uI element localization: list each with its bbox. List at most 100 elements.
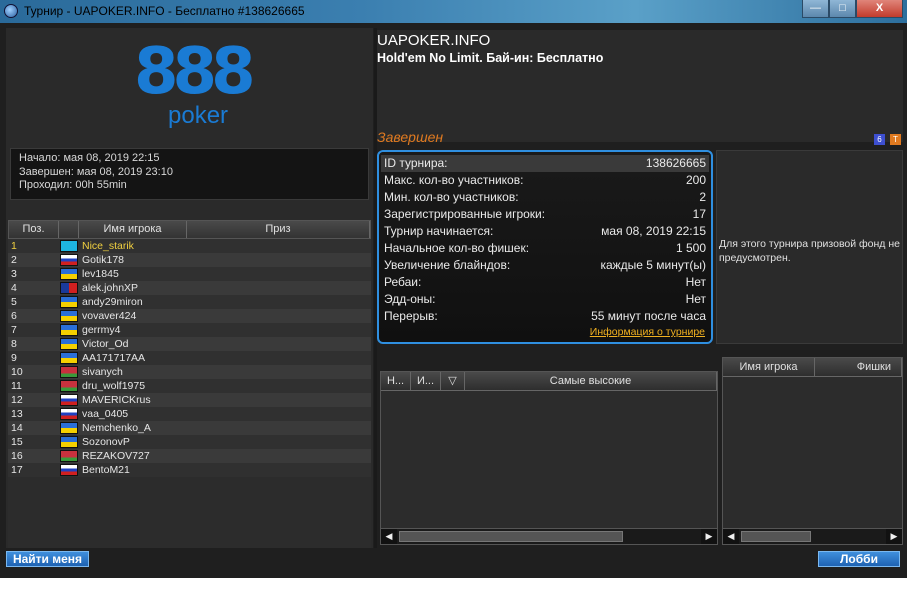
end-time: Завершен: мая 08, 2019 23:10 <box>19 165 173 178</box>
player-position: 6 <box>11 310 17 322</box>
hands-scrollbar[interactable]: ◀ ▶ <box>381 528 717 544</box>
player-name: REZAKOV727 <box>82 450 150 462</box>
table-row[interactable]: 17 BentoM21 <box>8 463 371 477</box>
table-row[interactable]: 3 lev1845 <box>8 267 371 281</box>
flag-ru-icon <box>60 408 78 420</box>
maximize-button[interactable]: □ <box>829 0 856 18</box>
table-row[interactable]: 6 vovaver424 <box>8 309 371 323</box>
table-row[interactable]: 9 AA171717AA <box>8 351 371 365</box>
table-row[interactable]: 7 gerrmy4 <box>8 323 371 337</box>
close-button[interactable]: X <box>856 0 903 18</box>
table-row[interactable]: 1 Nice_starik <box>8 239 371 253</box>
lobby-button[interactable]: Лобби <box>818 551 900 567</box>
badge-t-icon[interactable]: T <box>890 134 901 145</box>
tournament-info-link[interactable]: Информация о турнире <box>590 326 705 338</box>
flag-ru-icon <box>60 254 78 266</box>
minimize-button[interactable]: — <box>802 0 829 18</box>
player-position: 2 <box>11 254 17 266</box>
player-position: 1 <box>11 240 17 252</box>
scroll-right-icon[interactable]: ▶ <box>886 529 902 544</box>
player-position: 7 <box>11 324 17 336</box>
detail-value: 17 <box>692 207 706 221</box>
col-pos[interactable]: Поз. <box>9 221 59 238</box>
window-title: Турнир - UAPOKER.INFO - Бесплатно #13862… <box>24 4 305 18</box>
scroll-thumb[interactable] <box>399 531 623 542</box>
player-name: lev1845 <box>82 268 119 280</box>
col-prize[interactable]: Приз <box>187 221 370 238</box>
col-i[interactable]: И... <box>411 372 441 390</box>
table-row[interactable]: 10 sivanych <box>8 365 371 379</box>
scroll-left-icon[interactable]: ◀ <box>723 529 739 544</box>
chips-table: Имя игрока Фишки ◀ ▶ <box>722 357 903 545</box>
flag-ua-icon <box>60 422 78 434</box>
table-row[interactable]: 12 MAVERICKrus <box>8 393 371 407</box>
flag-kz-icon <box>60 240 78 252</box>
detail-value: 55 минут после часа <box>591 309 706 323</box>
table-row[interactable]: 8 Victor_Od <box>8 337 371 351</box>
player-name: gerrmy4 <box>82 324 121 336</box>
flag-ua-icon <box>60 324 78 336</box>
find-me-button[interactable]: Найти меня <box>6 551 89 567</box>
players-table: Поз. Имя игрока Приз 1 Nice_starik 2 Gotik1… <box>8 220 371 548</box>
detail-label: Перерыв: <box>384 309 438 323</box>
logo-number: 888 <box>134 35 256 109</box>
flag-ua-icon <box>60 436 78 448</box>
player-name: AA171717AA <box>82 352 146 364</box>
detail-row: Ребаи: Нет <box>384 274 706 291</box>
player-name: andy29miron <box>82 296 143 308</box>
player-name: vovaver424 <box>82 310 137 322</box>
scroll-left-icon[interactable]: ◀ <box>381 529 397 544</box>
player-position: 9 <box>11 352 17 364</box>
player-position: 3 <box>11 268 17 280</box>
col-chips[interactable]: Фишки <box>815 358 902 376</box>
start-time: Начало: мая 08, 2019 22:15 <box>19 152 160 164</box>
table-row[interactable]: 4 alek.johnXP <box>8 281 371 295</box>
badge-6-icon[interactable]: 6 <box>874 134 885 145</box>
tournament-times: Начало: мая 08, 2019 22:15 Завершен: мая… <box>10 148 369 200</box>
players-rows: 1 Nice_starik 2 Gotik178 3 lev1845 4 alek.johnX… <box>8 239 371 477</box>
table-row[interactable]: 2 Gotik178 <box>8 253 371 267</box>
player-name: SozonovP <box>82 436 130 448</box>
flag-ua-icon <box>60 338 78 350</box>
col-name[interactable]: Имя игрока <box>79 221 187 238</box>
table-row[interactable]: 5 andy29miron <box>8 295 371 309</box>
col-n[interactable]: Н... <box>381 372 411 390</box>
flag-ua-icon <box>60 352 78 364</box>
detail-row: Зарегистрированные игроки: 17 <box>384 206 706 223</box>
table-row[interactable]: 13 vaa_0405 <box>8 407 371 421</box>
scroll-thumb[interactable] <box>741 531 811 542</box>
col-flag[interactable] <box>59 221 79 238</box>
detail-row: Мин. кол-во участников: 2 <box>384 189 706 206</box>
detail-label: Ребаи: <box>384 275 422 289</box>
col-highest[interactable]: Самые высокие <box>465 372 717 390</box>
player-name: Nemchenko_A <box>82 422 151 434</box>
table-row[interactable]: 11 dru_wolf1975 <box>8 379 371 393</box>
flag-ua-icon <box>60 268 78 280</box>
sort-chevron-icon[interactable]: ▽ <box>441 372 465 390</box>
detail-label: Начальное кол-во фишек: <box>384 241 530 255</box>
player-name: Nice_starik <box>82 240 134 252</box>
flag-ru-icon <box>60 394 78 406</box>
tournament-subtitle: Hold'em No Limit. Бай-ин: Бесплатно <box>377 51 604 65</box>
table-row[interactable]: 14 Nemchenko_A <box>8 421 371 435</box>
chips-scrollbar[interactable]: ◀ ▶ <box>723 528 902 544</box>
tournament-details: ID турнира: 138626665 Макс. кол-во участни… <box>377 150 713 344</box>
table-row[interactable]: 15 SozonovP <box>8 435 371 449</box>
scroll-right-icon[interactable]: ▶ <box>701 529 717 544</box>
table-row[interactable]: 16 REZAKOV727 <box>8 449 371 463</box>
flag-ua-icon <box>60 310 78 322</box>
detail-value: 1 500 <box>675 241 706 255</box>
players-table-header: Поз. Имя игрока Приз <box>8 220 371 239</box>
col-player-name[interactable]: Имя игрока <box>723 358 815 376</box>
flag-ru-icon <box>60 464 78 476</box>
title-bar[interactable]: Турнир - UAPOKER.INFO - Бесплатно #13862… <box>0 0 907 23</box>
chips-table-header: Имя игрока Фишки <box>723 358 902 377</box>
detail-label: Увеличение блайндов: <box>384 258 511 272</box>
player-position: 4 <box>11 282 17 294</box>
player-name: sivanych <box>82 366 123 378</box>
detail-label: ID турнира: <box>384 156 448 170</box>
tournament-header: UAPOKER.INFO Hold'em No Limit. Бай-ин: Б… <box>377 30 903 142</box>
player-position: 17 <box>11 464 23 476</box>
left-panel: 888 poker Начало: мая 08, 2019 22:15 Зав… <box>6 28 373 548</box>
player-position: 13 <box>11 408 23 420</box>
